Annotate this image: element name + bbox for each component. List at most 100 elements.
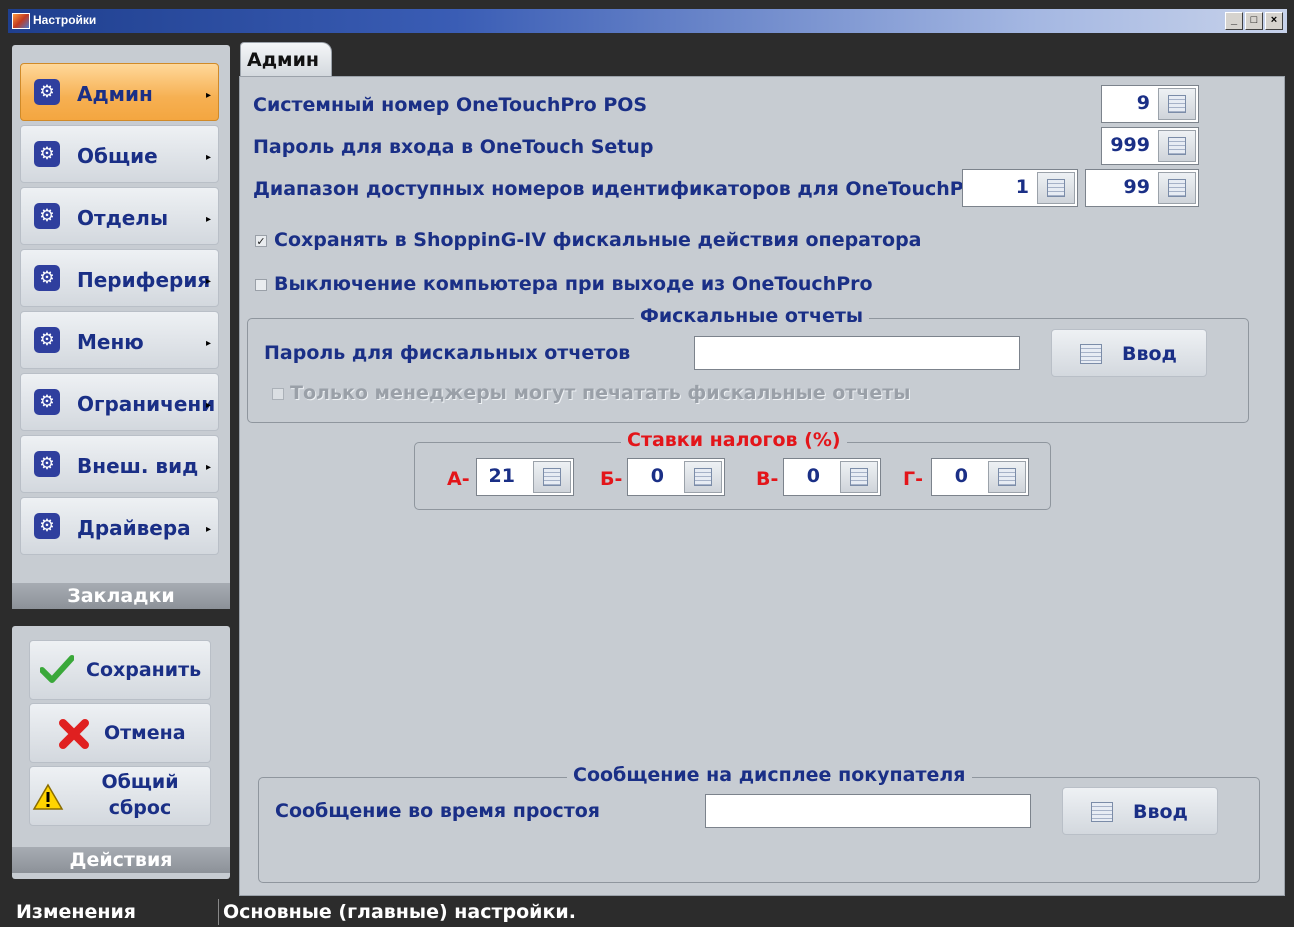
save-fiscal-checkbox[interactable]: ✓ — [255, 235, 267, 247]
gear-icon: ⚙ — [34, 141, 60, 167]
fiscal-enter-label: Ввод — [1122, 343, 1177, 365]
bookmarks-group-label: Закладки — [12, 583, 230, 609]
keypad-button[interactable] — [1158, 172, 1196, 204]
sidebar-item-restrictions[interactable]: ⚙ Ограничени ▸ — [20, 373, 219, 431]
status-bar: Изменения Основные (главные) настройки. — [8, 897, 1287, 927]
keypad-icon — [998, 468, 1016, 486]
chevron-right-icon: ▸ — [205, 214, 211, 225]
keypad-button[interactable] — [988, 461, 1026, 493]
tax-a-field[interactable]: 21 — [476, 458, 574, 496]
tab-admin[interactable]: Админ — [240, 42, 333, 76]
keypad-icon — [1091, 802, 1113, 822]
tax-a-value: 21 — [488, 465, 515, 487]
fiscal-enter-button[interactable]: Ввод — [1051, 329, 1207, 377]
cancel-label: Отмена — [104, 722, 186, 744]
tax-a-label: А- — [447, 468, 470, 490]
chevron-right-icon: ▸ — [205, 276, 211, 287]
sidebar-item-label: Драйвера — [77, 516, 191, 540]
keypad-button[interactable] — [1158, 88, 1196, 120]
id-range-label: Диапазон доступных номеров идентификатор… — [253, 178, 987, 200]
sidebar-item-label: Периферия — [77, 268, 211, 292]
save-label: Сохранить — [86, 659, 202, 681]
reset-button[interactable]: Общий сброс — [29, 766, 211, 826]
keypad-button[interactable] — [684, 461, 722, 493]
save-button[interactable]: Сохранить — [29, 640, 211, 700]
app-icon — [12, 13, 30, 29]
keypad-icon — [1080, 344, 1102, 364]
keypad-button[interactable] — [840, 461, 878, 493]
tax-b-field[interactable]: 0 — [627, 458, 725, 496]
sidebar-item-label: Отделы — [77, 206, 169, 230]
red-x-icon — [59, 719, 89, 749]
sidebar-item-label: Внеш. вид — [77, 454, 199, 478]
tab-content: Системный номер OneTouchPro POS 9 Пароль… — [239, 76, 1285, 896]
sidebar-item-label: Админ — [77, 82, 153, 106]
gear-icon: ⚙ — [34, 389, 60, 415]
keypad-icon — [1168, 137, 1186, 155]
id-range-to-field[interactable]: 99 — [1085, 169, 1199, 207]
setup-password-value: 999 — [1110, 134, 1150, 156]
sidebar-item-appearance[interactable]: ⚙ Внеш. вид ▸ — [20, 435, 219, 493]
shutdown-checkbox[interactable] — [255, 279, 267, 291]
tax-b-value: 0 — [650, 465, 664, 487]
keypad-button[interactable] — [1037, 172, 1075, 204]
reset-label-line1: Общий — [101, 771, 179, 793]
idle-message-input[interactable] — [705, 794, 1031, 828]
sidebar-item-departments[interactable]: ⚙ Отделы ▸ — [20, 187, 219, 245]
chevron-right-icon: ▸ — [205, 90, 211, 101]
title-bar: Настройки _ □ × — [8, 9, 1287, 33]
setup-password-field[interactable]: 999 — [1101, 127, 1199, 165]
window-title: Настройки — [33, 13, 97, 27]
fiscal-password-label: Пароль для фискальных отчетов — [264, 342, 631, 364]
sidebar-item-peripherals[interactable]: ⚙ Периферия ▸ — [20, 249, 219, 307]
chevron-right-icon: ▸ — [205, 152, 211, 163]
managers-only-checkbox[interactable] — [272, 388, 284, 400]
tax-v-field[interactable]: 0 — [783, 458, 881, 496]
fiscal-reports-legend: Фискальные отчеты — [634, 305, 870, 327]
idle-message-label: Сообщение во время простоя — [275, 800, 601, 822]
gear-icon: ⚙ — [34, 79, 60, 105]
sidebar-item-drivers[interactable]: ⚙ Драйвера ▸ — [20, 497, 219, 555]
customer-display-legend: Сообщение на дисплее покупателя — [567, 764, 972, 786]
display-enter-button[interactable]: Ввод — [1062, 787, 1218, 835]
fiscal-password-input[interactable] — [694, 336, 1020, 370]
keypad-icon — [850, 468, 868, 486]
id-range-to-value: 99 — [1123, 176, 1150, 198]
close-button[interactable]: × — [1265, 12, 1283, 30]
gear-icon: ⚙ — [34, 451, 60, 477]
shutdown-label: Выключение компьютера при выходе из OneT… — [274, 273, 873, 295]
keypad-button[interactable] — [1158, 130, 1196, 162]
tax-v-value: 0 — [806, 465, 820, 487]
actions-group-label: Действия — [12, 847, 230, 873]
bookmarks-group: ⚙ Админ ▸ ⚙ Общие ▸ ⚙ Отделы ▸ ⚙ Перифер… — [12, 45, 230, 609]
system-number-label: Системный номер OneTouchPro POS — [253, 94, 648, 116]
id-range-from-field[interactable]: 1 — [962, 169, 1078, 207]
tax-g-label: Г- — [903, 468, 923, 490]
keypad-icon — [1168, 95, 1186, 113]
tax-g-field[interactable]: 0 — [931, 458, 1029, 496]
system-number-value: 9 — [1136, 92, 1150, 114]
customer-display-group: Сообщение на дисплее покупателя Сообщени… — [258, 764, 1260, 883]
cancel-button[interactable]: Отмена — [29, 703, 211, 763]
tax-v-label: В- — [756, 468, 779, 490]
keypad-button[interactable] — [533, 461, 571, 493]
sidebar-item-label: Общие — [77, 144, 158, 168]
left-panel: ⚙ Админ ▸ ⚙ Общие ▸ ⚙ Отделы ▸ ⚙ Перифер… — [8, 33, 234, 897]
gear-icon: ⚙ — [34, 513, 60, 539]
sidebar-item-general[interactable]: ⚙ Общие ▸ — [20, 125, 219, 183]
save-fiscal-label: Сохранять в ShoppinG-IV фискальные дейст… — [274, 229, 922, 251]
tax-g-value: 0 — [954, 465, 968, 487]
gear-icon: ⚙ — [34, 265, 60, 291]
minimize-button[interactable]: _ — [1225, 12, 1243, 30]
gear-icon: ⚙ — [34, 327, 60, 353]
keypad-icon — [694, 468, 712, 486]
tax-rates-group: Ставки налогов (%) А- 21 Б- 0 В- 0 Г- 0 — [414, 429, 1051, 510]
status-divider — [218, 899, 219, 925]
maximize-button[interactable]: □ — [1245, 12, 1263, 30]
window-controls: _ □ × — [1225, 12, 1283, 30]
checkmark-icon — [40, 655, 74, 683]
display-enter-label: Ввод — [1133, 801, 1188, 823]
sidebar-item-admin[interactable]: ⚙ Админ ▸ — [20, 63, 219, 121]
system-number-field[interactable]: 9 — [1101, 85, 1199, 123]
sidebar-item-menu[interactable]: ⚙ Меню ▸ — [20, 311, 219, 369]
